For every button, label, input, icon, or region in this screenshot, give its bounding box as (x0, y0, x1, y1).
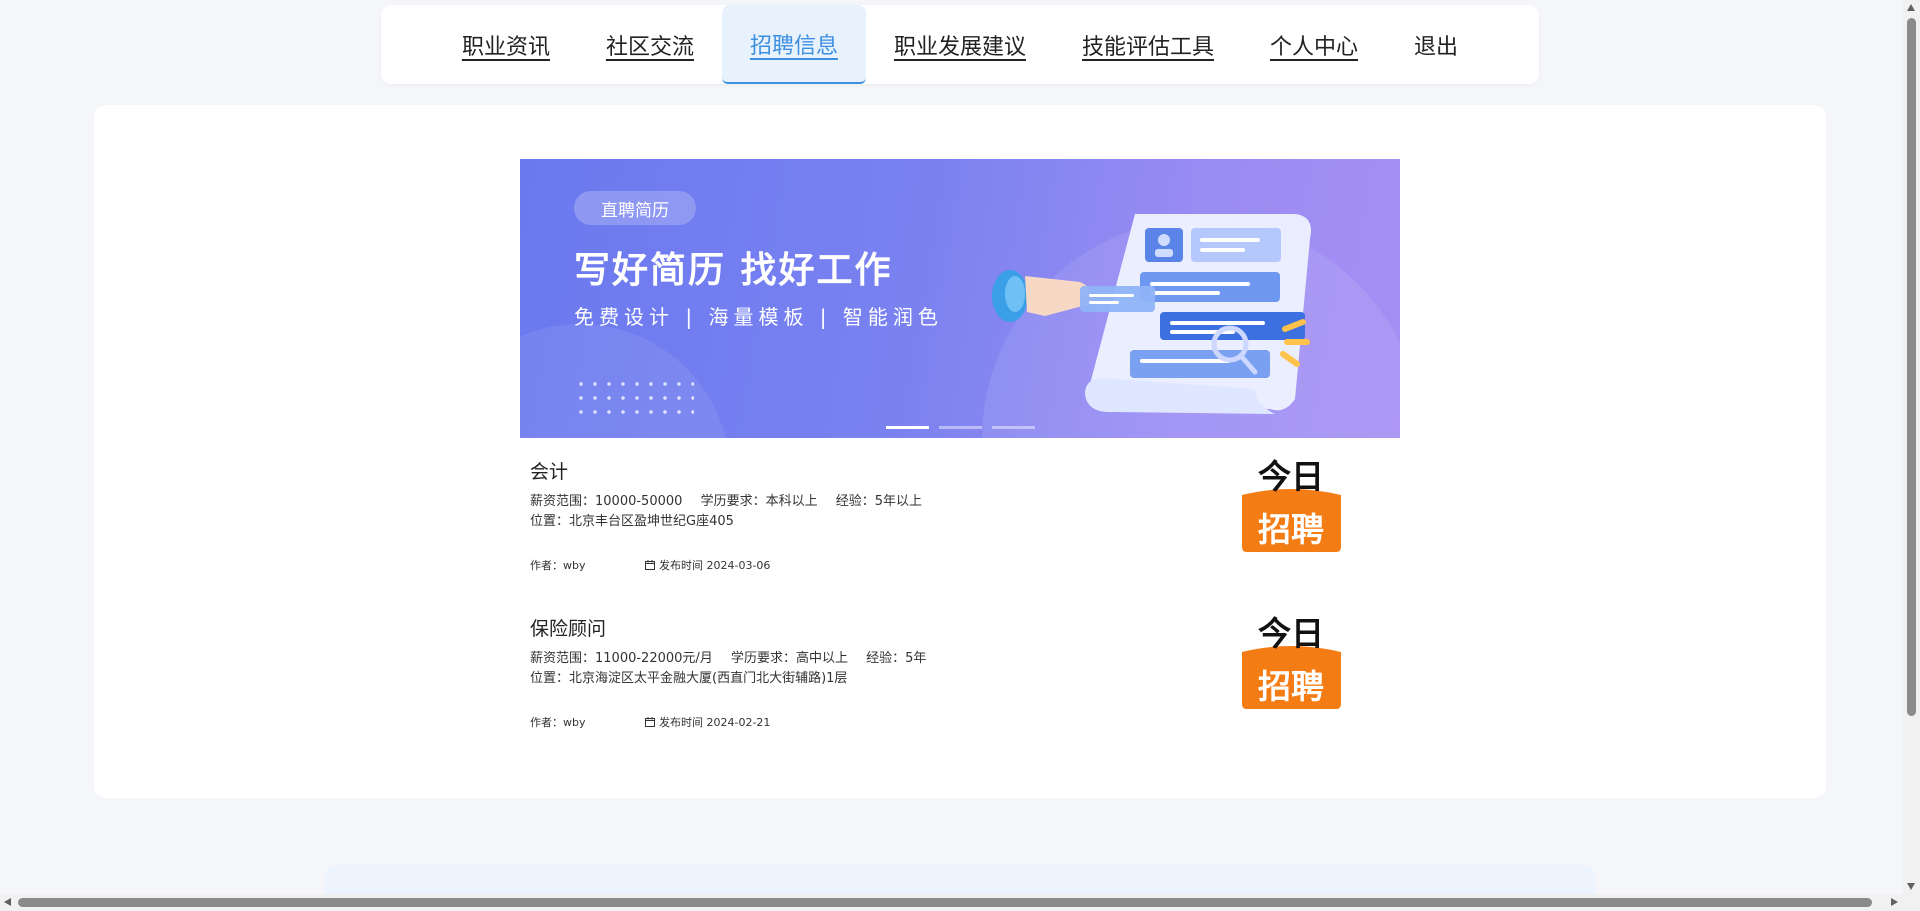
nav-item-career-advice[interactable]: 职业发展建议 (866, 5, 1054, 84)
experience-value: 5年 (905, 651, 927, 666)
carousel-indicator-3[interactable] (992, 426, 1035, 429)
top-nav: 职业资讯 社区交流 招聘信息 职业发展建议 技能评估工具 个人中心 退出 (381, 5, 1539, 84)
carousel-indicator-2[interactable] (939, 426, 982, 429)
banner-headline: 写好简历 找好工作 (574, 250, 893, 291)
location-value: 北京丰台区盈坤世纪G座405 (569, 514, 734, 529)
horizontal-scroll-thumb[interactable] (18, 898, 1872, 907)
scroll-right-icon[interactable] (1891, 898, 1898, 906)
banner-dot-pattern (574, 377, 694, 417)
job-author: 作者：wby (530, 557, 645, 573)
banner-tag: 直聘简历 (574, 191, 696, 225)
salary-label: 薪资范围： (530, 651, 596, 666)
nav-item-community[interactable]: 社区交流 (578, 5, 722, 84)
job-footer: 作者：wby 发布时间 2024-02-21 (530, 714, 770, 730)
education-value: 高中以上 (795, 651, 848, 666)
salary-value: 11000-22000元/月 (595, 651, 713, 666)
scroll-left-icon[interactable] (4, 898, 11, 906)
salary-label: 薪资范围： (530, 494, 596, 509)
nav-item-recruitment[interactable]: 招聘信息 (721, 5, 866, 84)
calendar-icon (645, 560, 655, 570)
scroll-up-icon[interactable] (1907, 4, 1915, 11)
job-meta: 薪资范围：10000-50000 学历要求：本科以上 经验：5年以上 (530, 493, 936, 510)
publish-date-label: 发布时间 (659, 559, 703, 572)
author-label: 作者： (530, 716, 563, 729)
experience-label: 经验： (835, 494, 875, 509)
job-list-item[interactable]: 会计 薪资范围：10000-50000 学历要求：本科以上 经验：5年以上 位置… (530, 457, 1390, 577)
author-label: 作者： (530, 559, 563, 572)
logo-text-top: 今日 (1258, 457, 1324, 496)
experience-label: 经验： (866, 651, 906, 666)
experience-value: 5年以上 (874, 494, 923, 509)
author-value: wby (563, 559, 586, 572)
author-value: wby (563, 716, 586, 729)
page: 职业资讯 社区交流 招聘信息 职业发展建议 技能评估工具 个人中心 退出 直聘简… (0, 0, 1920, 911)
logo-text-bottom: 招聘 (1258, 510, 1324, 549)
banner-subline: 免费设计 | 海量模板 | 智能润色 (574, 305, 943, 329)
logo-text-bottom: 招聘 (1258, 667, 1324, 706)
job-footer: 作者：wby 发布时间 2024-03-06 (530, 557, 770, 573)
nav-item-profile[interactable]: 个人中心 (1242, 5, 1386, 84)
main-card: 直聘简历 写好简历 找好工作 免费设计 | 海量模板 | 智能润色 会计 薪资范… (94, 105, 1826, 798)
company-logo: 今日 招聘 (1242, 457, 1341, 552)
education-value: 本科以上 (765, 494, 818, 509)
company-logo: 今日 招聘 (1242, 614, 1341, 709)
job-title[interactable]: 会计 (530, 457, 568, 484)
job-location: 位置：北京丰台区盈坤世纪G座405 (530, 510, 734, 529)
nav-item-career-news[interactable]: 职业资讯 (434, 5, 578, 84)
vertical-scrollbar[interactable] (1903, 0, 1920, 894)
location-label: 位置： (530, 671, 570, 686)
nav-item-logout[interactable]: 退出 (1386, 5, 1486, 84)
banner-carousel[interactable]: 直聘简历 写好简历 找好工作 免费设计 | 海量模板 | 智能润色 (520, 159, 1400, 438)
carousel-indicator-1[interactable] (886, 426, 929, 429)
horizontal-scrollbar[interactable] (0, 894, 1920, 911)
education-label: 学历要求： (700, 494, 766, 509)
location-label: 位置： (530, 514, 570, 529)
resume-illustration (992, 214, 1311, 414)
logo-text-top: 今日 (1258, 614, 1324, 653)
job-meta: 薪资范围：11000-22000元/月 学历要求：高中以上 经验：5年 (530, 650, 940, 667)
scroll-down-icon[interactable] (1907, 883, 1915, 890)
job-list-item[interactable]: 保险顾问 薪资范围：11000-22000元/月 学历要求：高中以上 经验：5年… (530, 614, 1390, 734)
education-label: 学历要求： (730, 651, 796, 666)
publish-date-label: 发布时间 (659, 716, 703, 729)
job-author: 作者：wby (530, 714, 645, 730)
job-location: 位置：北京海淀区太平金融大厦(西直门北大街辅路)1层 (530, 667, 847, 686)
salary-value: 10000-50000 (595, 494, 683, 509)
calendar-icon (645, 717, 655, 727)
vertical-scroll-thumb[interactable] (1907, 18, 1916, 716)
nav-item-skill-assessment[interactable]: 技能评估工具 (1054, 5, 1242, 84)
carousel-indicators (886, 426, 1035, 429)
publish-date: 2024-02-21 (706, 715, 771, 729)
publish-date: 2024-03-06 (706, 558, 771, 572)
job-title[interactable]: 保险顾问 (530, 614, 606, 641)
location-value: 北京海淀区太平金融大厦(西直门北大街辅路)1层 (569, 671, 848, 686)
